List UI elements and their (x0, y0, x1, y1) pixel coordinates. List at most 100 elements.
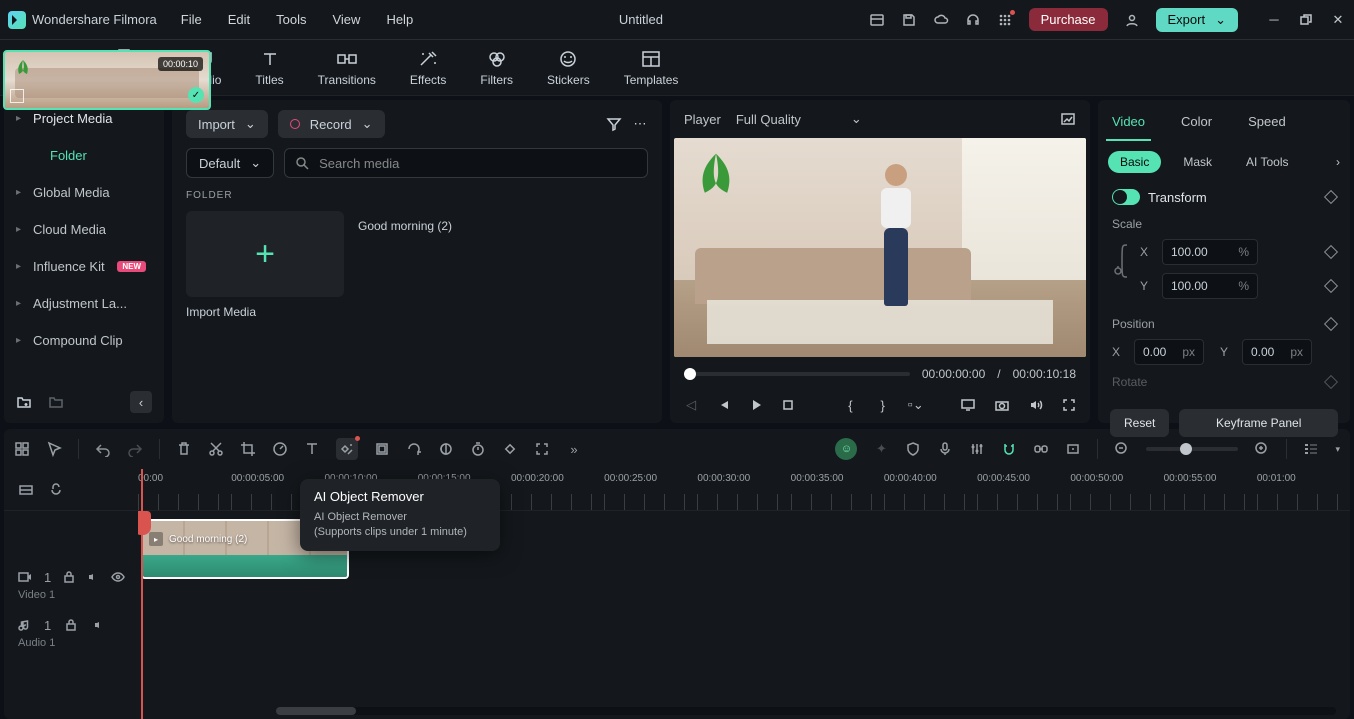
zoom-slider[interactable] (1146, 447, 1238, 451)
collapse-sidebar-icon[interactable]: ‹ (130, 391, 152, 413)
new-folder-icon[interactable] (16, 394, 32, 410)
export-button[interactable]: Export⌄ (1156, 8, 1238, 32)
filter-icon[interactable] (606, 116, 622, 132)
mask-icon[interactable] (374, 441, 390, 457)
visibility-icon[interactable] (111, 569, 125, 585)
snapshot-icon[interactable] (1060, 111, 1076, 127)
tab-video[interactable]: Video (1106, 110, 1151, 141)
play-icon[interactable] (748, 397, 762, 413)
keyframe-diamond-icon[interactable] (1324, 317, 1338, 331)
keyframe-diamond-icon[interactable] (1324, 279, 1338, 293)
more-icon[interactable]: ⋯ (632, 116, 648, 132)
undo-icon[interactable] (95, 441, 111, 457)
stop-icon[interactable] (781, 397, 795, 413)
ai-assistant-icon[interactable]: ☺ (835, 438, 857, 460)
text-icon[interactable] (304, 441, 320, 457)
rotate-icon[interactable] (406, 441, 422, 457)
crop-icon[interactable] (240, 441, 256, 457)
transform-toggle[interactable] (1112, 189, 1140, 205)
sidebar-item-cloud-media[interactable]: Cloud Media (4, 211, 164, 248)
sidebar-item-influence-kit[interactable]: Influence KitNEW (4, 248, 164, 285)
headphones-icon[interactable] (965, 12, 981, 28)
account-icon[interactable] (1124, 12, 1140, 28)
quality-dropdown[interactable]: Full Quality⌄ (735, 110, 863, 128)
expand-icon[interactable] (534, 441, 550, 457)
sidebar-item-adjustment-layer[interactable]: Adjustment La... (4, 285, 164, 322)
minimize-icon[interactable]: ─ (1266, 12, 1282, 28)
menu-tools[interactable]: Tools (276, 12, 306, 27)
keyframe-diamond-icon[interactable] (1324, 190, 1338, 204)
sort-dropdown[interactable]: Default⌄ (186, 148, 274, 178)
zoom-out-icon[interactable] (1114, 441, 1130, 457)
keyframe-panel-button[interactable]: Keyframe Panel (1179, 409, 1338, 437)
delete-icon[interactable] (176, 441, 192, 457)
lock-icon[interactable] (63, 617, 79, 633)
shield-icon[interactable] (905, 441, 921, 457)
lock-icon[interactable] (63, 569, 75, 585)
import-media-card[interactable]: + Import Media (186, 211, 344, 319)
save-icon[interactable] (901, 12, 917, 28)
timeline-settings-icon[interactable] (18, 482, 34, 498)
sidebar-item-global-media[interactable]: Global Media (4, 174, 164, 211)
tool-grid-icon[interactable] (14, 441, 30, 457)
close-icon[interactable]: ✕ (1330, 12, 1346, 28)
tab-color[interactable]: Color (1175, 110, 1218, 141)
prev-frame-icon[interactable]: ◁ (684, 397, 698, 413)
tab-titles[interactable]: Titles (255, 49, 283, 87)
menu-edit[interactable]: Edit (228, 12, 250, 27)
tab-speed[interactable]: Speed (1242, 110, 1292, 141)
subtab-mask[interactable]: Mask (1171, 151, 1224, 173)
reset-button[interactable]: Reset (1110, 409, 1169, 437)
tab-stickers[interactable]: Stickers (547, 49, 590, 87)
display-icon[interactable] (960, 397, 976, 413)
keyframe-icon[interactable] (502, 441, 518, 457)
link-scale-icon[interactable] (1112, 239, 1134, 307)
preview-video[interactable] (674, 138, 1086, 357)
mark-out-icon[interactable]: } (876, 397, 890, 413)
cloud-icon[interactable] (933, 12, 949, 28)
mixer-icon[interactable] (969, 441, 985, 457)
camera-icon[interactable] (994, 397, 1010, 413)
media-clip-card[interactable]: 00:00:10 ✓ Good morning (2) (358, 211, 516, 319)
sidebar-item-compound-clip[interactable]: Compound Clip (4, 322, 164, 359)
more-tools-icon[interactable]: » (566, 441, 582, 457)
delete-folder-icon[interactable] (48, 394, 64, 410)
menu-file[interactable]: File (181, 12, 202, 27)
chevron-down-icon[interactable]: ▾ (1335, 444, 1340, 455)
scrub-track[interactable] (684, 372, 910, 376)
menu-help[interactable]: Help (386, 12, 413, 27)
purchase-button[interactable]: Purchase (1029, 8, 1108, 31)
ai-object-remover-icon[interactable] (336, 438, 358, 460)
timeline-scrollbar[interactable] (276, 707, 1336, 715)
tab-templates[interactable]: Templates (624, 49, 679, 87)
scale-y-input[interactable]: 100.00% (1162, 273, 1258, 299)
link-icon[interactable] (1033, 441, 1049, 457)
clip-thumb[interactable]: 00:00:10 ✓ (3, 50, 211, 110)
scale-x-input[interactable]: 100.00% (1162, 239, 1258, 265)
volume-icon[interactable] (1028, 397, 1044, 413)
tab-filters[interactable]: Filters (480, 49, 513, 87)
mute-icon[interactable] (91, 617, 107, 633)
layout-icon[interactable] (869, 12, 885, 28)
record-dropdown[interactable]: Record⌄ (278, 110, 385, 138)
cut-icon[interactable] (208, 441, 224, 457)
mute-icon[interactable] (87, 569, 99, 585)
play-backward-icon[interactable] (716, 397, 730, 413)
mark-in-icon[interactable]: { (843, 397, 857, 413)
redo-icon[interactable] (127, 441, 143, 457)
subtab-aitools[interactable]: AI Tools (1234, 151, 1300, 173)
mic-icon[interactable] (937, 441, 953, 457)
view-mode-icon[interactable] (1303, 441, 1319, 457)
timer-icon[interactable] (470, 441, 486, 457)
menu-view[interactable]: View (332, 12, 360, 27)
tool-cursor-icon[interactable] (46, 441, 62, 457)
magnet-icon[interactable] (1001, 441, 1017, 457)
keyframe-diamond-icon[interactable] (1324, 375, 1338, 389)
playhead[interactable] (141, 469, 143, 719)
zoom-in-icon[interactable] (1254, 441, 1270, 457)
subtab-basic[interactable]: Basic (1108, 151, 1161, 173)
speed-icon[interactable] (272, 441, 288, 457)
marker-icon[interactable] (1065, 441, 1081, 457)
color-icon[interactable] (438, 441, 454, 457)
scrub-handle[interactable] (684, 368, 696, 380)
